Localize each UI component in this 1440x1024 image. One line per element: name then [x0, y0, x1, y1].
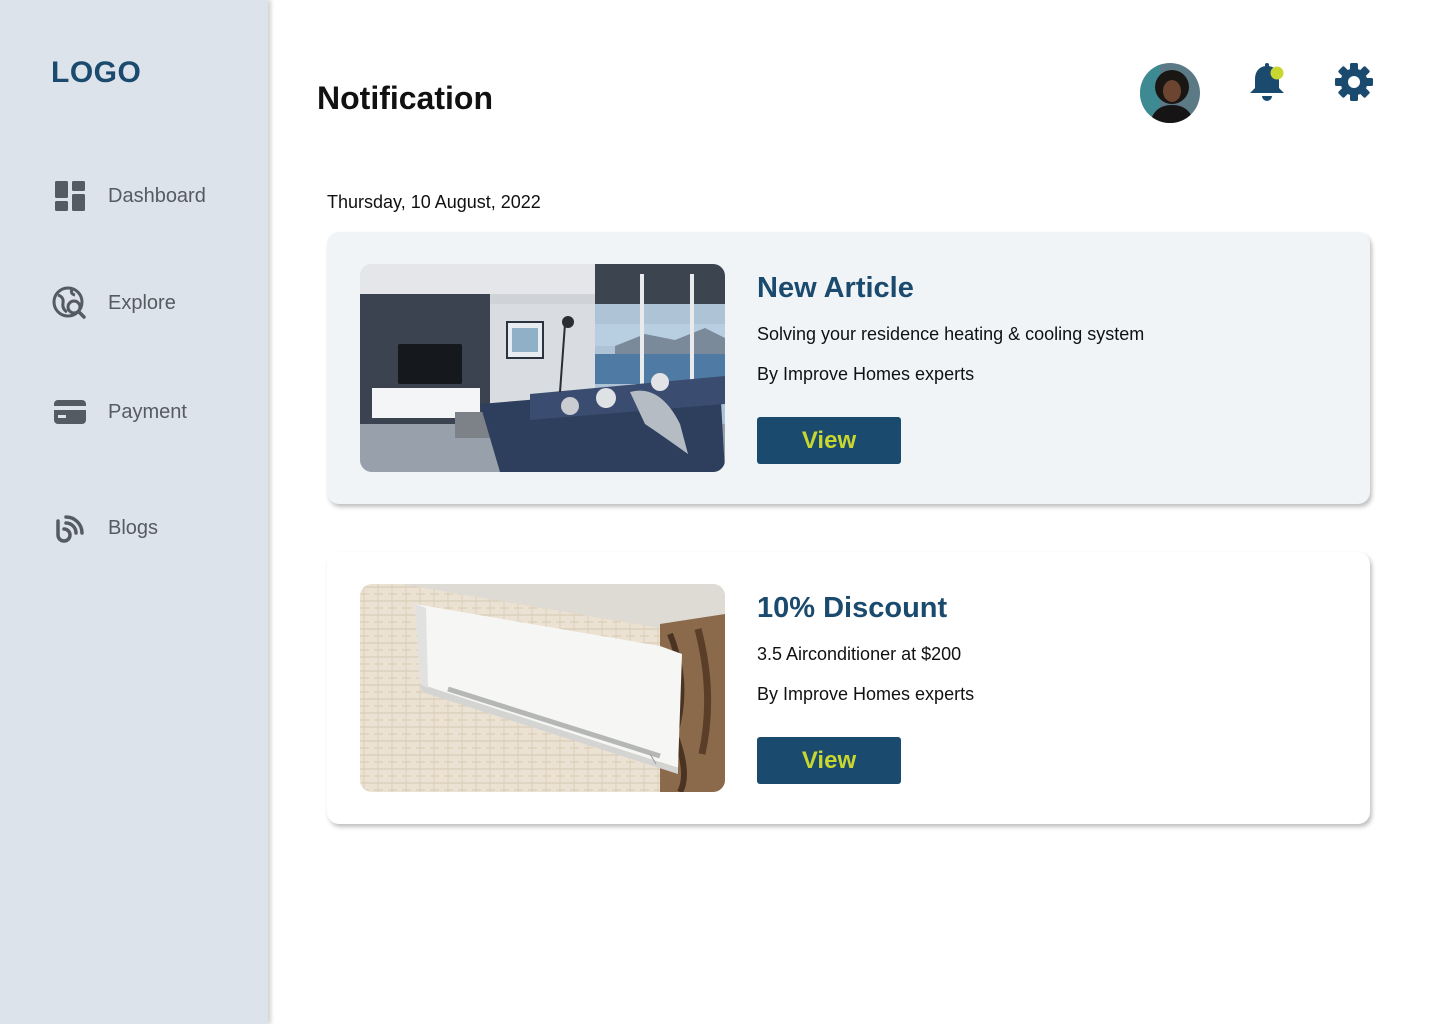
sidebar-item-dashboard[interactable]: Dashboard: [52, 178, 206, 214]
avatar[interactable]: [1140, 63, 1200, 123]
sidebar-item-label: Explore: [108, 291, 176, 314]
living-room-photo: [360, 264, 725, 472]
notification-date: Thursday, 10 August, 2022: [327, 192, 541, 212]
notification-title: 10% Discount: [757, 592, 948, 624]
notification-dot: [1270, 66, 1284, 80]
logo[interactable]: LOGO: [51, 56, 141, 90]
sidebar-item-label: Dashboard: [108, 184, 206, 207]
sidebar-item-label: Payment: [108, 400, 187, 423]
notification-author: By Improve Homes experts: [757, 364, 975, 384]
sidebar-item-explore[interactable]: Explore: [52, 285, 176, 321]
sidebar-item-payment[interactable]: Payment: [52, 394, 187, 430]
notification-description: Solving your residence heating & cooling…: [757, 324, 1145, 344]
bell-icon[interactable]: [1245, 60, 1289, 104]
gear-icon[interactable]: [1334, 62, 1374, 102]
sidebar-item-blogs[interactable]: Blogs: [52, 510, 158, 546]
notification-card: 10% Discount 3.5 Airconditioner at $200 …: [327, 552, 1370, 824]
payment-card-icon: [52, 394, 88, 430]
blog-icon: [52, 510, 88, 546]
air-conditioner-photo: [360, 584, 725, 792]
notification-description: 3.5 Airconditioner at $200: [757, 644, 962, 664]
notification-author: By Improve Homes experts: [757, 684, 975, 704]
page-title: Notification: [317, 80, 493, 116]
notification-title: New Article: [757, 272, 914, 304]
explore-icon: [52, 285, 88, 321]
sidebar-item-label: Blogs: [108, 516, 159, 539]
notification-card: New Article Solving your residence heati…: [327, 232, 1370, 504]
view-button[interactable]: View: [757, 417, 901, 464]
dashboard-icon: [52, 178, 88, 214]
sidebar: LOGO Dashboard Explore Payment Blogs: [0, 0, 268, 1024]
view-button[interactable]: View: [757, 737, 901, 784]
